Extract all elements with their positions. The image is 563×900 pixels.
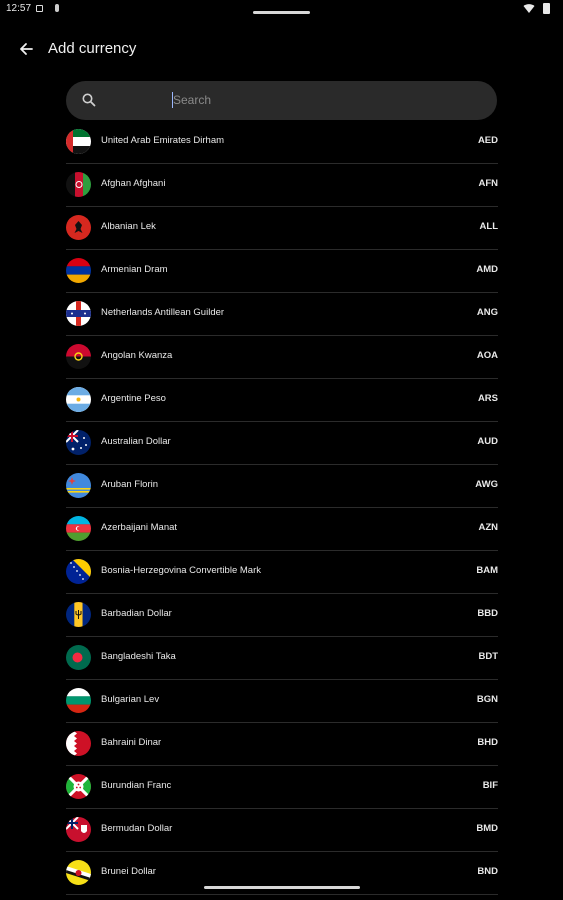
bosnia-flag-icon <box>66 559 91 584</box>
top-app-bar: Add currency <box>0 30 563 68</box>
angola-flag-icon <box>66 344 91 369</box>
currency-row-bmd[interactable]: Bermudan Dollar BMD <box>66 809 498 852</box>
currency-name: Netherlands Antillean Guilder <box>101 307 225 318</box>
back-button[interactable] <box>13 36 39 62</box>
argentina-flag-icon <box>66 387 91 412</box>
currency-name: Bangladeshi Taka <box>101 651 176 662</box>
currency-name: Bahraini Dinar <box>101 737 162 748</box>
currency-row-aed[interactable]: United Arab Emirates Dirham AED <box>66 121 498 164</box>
currency-name: Aruban Florin <box>101 479 159 490</box>
currency-row-bdt[interactable]: Bangladeshi Taka BDT <box>66 637 498 680</box>
mic-icon <box>55 4 59 12</box>
currency-row-bhd[interactable]: Bahraini Dinar BHD <box>66 723 498 766</box>
currency-code: BGN <box>476 694 498 705</box>
currency-name: Australian Dollar <box>101 436 171 447</box>
currency-row-all[interactable]: Albanian Lek ALL <box>66 207 498 250</box>
wifi-icon <box>523 4 535 13</box>
currency-code: AED <box>477 135 498 146</box>
currency-code: BND <box>477 866 498 877</box>
brunei-flag-icon <box>66 860 91 885</box>
currency-code: ALL <box>479 221 498 232</box>
status-bar: 12:57 <box>0 0 563 20</box>
netherlands-antilles-flag-icon <box>66 301 91 326</box>
currency-list: United Arab Emirates Dirham AED Afghan A… <box>0 121 563 895</box>
currency-name: Azerbaijani Manat <box>101 522 178 533</box>
australia-flag-icon <box>66 430 91 455</box>
currency-code: AUD <box>477 436 498 447</box>
azerbaijan-flag-icon <box>66 516 91 541</box>
currency-row-bbd[interactable]: Barbadian Dollar BBD <box>66 594 498 637</box>
bermuda-flag-icon <box>66 817 91 842</box>
albania-flag-icon <box>66 215 91 240</box>
add-currency-screen: 12:57 Add currency United Arab E <box>0 0 563 900</box>
armenia-flag-icon <box>66 258 91 283</box>
afghanistan-flag-icon <box>66 172 91 197</box>
currency-code: AWG <box>475 479 498 490</box>
arrow-back-icon <box>20 43 33 55</box>
currency-name: Albanian Lek <box>101 221 156 232</box>
home-indicator <box>204 886 360 889</box>
page-title: Add currency <box>48 40 137 57</box>
currency-name: Bermudan Dollar <box>101 823 173 834</box>
search-input[interactable] <box>173 89 473 111</box>
currency-name: Brunei Dollar <box>101 866 156 877</box>
burundi-flag-icon <box>66 774 91 799</box>
currency-code: AOA <box>476 350 498 361</box>
currency-row-ars[interactable]: Argentine Peso ARS <box>66 379 498 422</box>
currency-row-amd[interactable]: Armenian Dram AMD <box>66 250 498 293</box>
currency-code: ARS <box>477 393 498 404</box>
currency-row-azn[interactable]: Azerbaijani Manat AZN <box>66 508 498 551</box>
currency-code: BBD <box>477 608 498 619</box>
currency-name: Bulgarian Lev <box>101 694 160 705</box>
currency-code: BAM <box>476 565 498 576</box>
currency-code: AFN <box>478 178 498 189</box>
currency-name: United Arab Emirates Dirham <box>101 135 225 146</box>
battery-icon <box>543 3 550 14</box>
currency-code: BMD <box>476 823 498 834</box>
currency-name: Angolan Kwanza <box>101 350 173 361</box>
currency-row-bif[interactable]: Burundian Franc BIF <box>66 766 498 809</box>
currency-row-afn[interactable]: Afghan Afghani AFN <box>66 164 498 207</box>
currency-code: AZN <box>478 522 498 533</box>
top-handle <box>253 11 310 14</box>
currency-code: AMD <box>476 264 498 275</box>
currency-code: BIF <box>482 780 498 791</box>
barbados-flag-icon <box>66 602 91 627</box>
currency-code: BHD <box>477 737 498 748</box>
aruba-flag-icon <box>66 473 91 498</box>
status-time: 12:57 <box>6 3 32 14</box>
currency-name: Burundian Franc <box>101 780 172 791</box>
currency-row-bgn[interactable]: Bulgarian Lev BGN <box>66 680 498 723</box>
currency-name: Afghan Afghani <box>101 178 166 189</box>
currency-row-aoa[interactable]: Angolan Kwanza AOA <box>66 336 498 379</box>
bahrain-flag-icon <box>66 731 91 756</box>
currency-code: ANG <box>476 307 498 318</box>
currency-code: BDT <box>478 651 498 662</box>
currency-row-aud[interactable]: Australian Dollar AUD <box>66 422 498 465</box>
currency-row-bam[interactable]: Bosnia-Herzegovina Convertible Mark BAM <box>66 551 498 594</box>
currency-row-awg[interactable]: Aruban Florin AWG <box>66 465 498 508</box>
currency-name: Armenian Dram <box>101 264 168 275</box>
uae-flag-icon <box>66 129 91 154</box>
search-icon <box>82 93 96 107</box>
currency-row-ang[interactable]: Netherlands Antillean Guilder ANG <box>66 293 498 336</box>
bangladesh-flag-icon <box>66 645 91 670</box>
currency-name: Bosnia-Herzegovina Convertible Mark <box>101 565 261 576</box>
search-bar[interactable] <box>66 81 497 120</box>
currency-name: Argentine Peso <box>101 393 166 404</box>
currency-name: Barbadian Dollar <box>101 608 172 619</box>
bulgaria-flag-icon <box>66 688 91 713</box>
notification-icon <box>36 5 43 12</box>
